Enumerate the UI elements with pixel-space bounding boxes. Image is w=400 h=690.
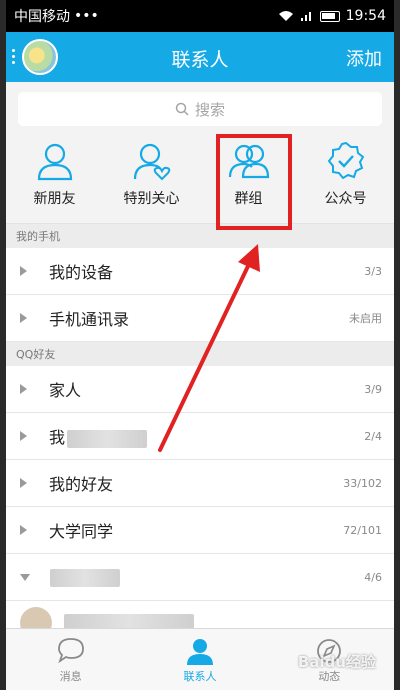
- quick-label: 群组: [234, 191, 263, 207]
- watermark-logo: Baidu经验: [297, 653, 376, 671]
- status-bar: 中国移动 ••• 19:54: [6, 0, 394, 32]
- group-blurred-1[interactable]: 我 2/4: [6, 413, 394, 460]
- expand-arrow-icon: [20, 266, 27, 276]
- group-name: 家人: [49, 381, 82, 400]
- battery-icon: [319, 10, 340, 22]
- search-placeholder: 搜索: [194, 100, 225, 119]
- clock: 19:54: [345, 8, 386, 24]
- group-icon: [228, 144, 269, 179]
- group-name: 我的好友: [49, 475, 114, 494]
- wifi-icon: [278, 11, 293, 21]
- expand-arrow-icon: [20, 431, 27, 441]
- tab-label: 联系人: [183, 669, 217, 683]
- tab-contacts[interactable]: 联系人: [135, 629, 264, 690]
- search-area: 搜索: [6, 82, 394, 134]
- message-icon: [57, 637, 84, 663]
- blurred-text: [50, 568, 120, 587]
- group-blurred-2[interactable]: 4/6: [6, 554, 394, 601]
- contacts-icon: [186, 638, 213, 665]
- tab-messages[interactable]: 消息: [6, 629, 135, 690]
- quick-special-care[interactable]: 特别关心: [103, 134, 200, 223]
- group-count: 3/3: [364, 264, 382, 278]
- signal-dots: •••: [74, 8, 99, 24]
- quick-groups[interactable]: 群组: [200, 134, 297, 223]
- expand-arrow-icon: [20, 478, 27, 488]
- contact-row-partial[interactable]: [6, 601, 394, 631]
- collapse-arrow-icon: [20, 573, 30, 581]
- quick-label: 特别关心: [123, 191, 180, 207]
- add-button[interactable]: 添加: [346, 45, 382, 71]
- group-name: 大学同学: [49, 522, 114, 541]
- quick-label: 新朋友: [33, 191, 76, 207]
- section-header-phone: 我的手机: [6, 224, 394, 248]
- group-my-friends[interactable]: 我的好友 33/102: [6, 460, 394, 507]
- official-account-icon: [327, 141, 364, 180]
- signal-icon: [300, 12, 311, 21]
- expand-arrow-icon: [20, 384, 27, 394]
- group-name-container: [50, 567, 364, 587]
- quick-official-accounts[interactable]: 公众号: [297, 134, 394, 223]
- group-count: 33/102: [343, 476, 382, 490]
- expand-arrow-icon: [20, 525, 27, 535]
- group-name: 手机通讯录: [49, 310, 130, 329]
- search-input[interactable]: 搜索: [18, 92, 382, 126]
- phone-screen: 中国移动 ••• 19:54 联系人 添加 搜索 新朋友 特别关心 群组 公众号…: [6, 0, 394, 690]
- quick-actions: 新朋友 特别关心 群组 公众号: [6, 134, 394, 230]
- search-icon: [175, 102, 189, 116]
- group-count: 2/4: [364, 429, 382, 443]
- group-count: 未启用: [349, 312, 382, 325]
- tab-label: 消息: [59, 669, 82, 683]
- expand-arrow-icon: [20, 313, 27, 323]
- title-bar: 联系人 添加: [6, 32, 394, 82]
- page-title: 联系人: [171, 49, 229, 71]
- group-name: 我的设备: [49, 263, 114, 282]
- group-my-devices[interactable]: 我的设备 3/3: [6, 248, 394, 295]
- quick-new-friends[interactable]: 新朋友: [6, 134, 103, 223]
- group-count: 3/9: [364, 382, 382, 396]
- group-name-container: 我: [49, 424, 364, 448]
- group-name: 我: [49, 428, 66, 447]
- group-count: 4/6: [364, 570, 382, 584]
- special-care-icon: [133, 143, 170, 181]
- new-friend-icon: [37, 143, 72, 181]
- section-header-qq-friends: QQ好友: [6, 342, 394, 366]
- group-university[interactable]: 大学同学 72/101: [6, 507, 394, 554]
- group-family[interactable]: 家人 3/9: [6, 366, 394, 413]
- group-count: 72/101: [343, 523, 382, 537]
- blurred-text: [67, 429, 148, 448]
- quick-label: 公众号: [324, 191, 367, 207]
- carrier-name: 中国移动: [14, 9, 70, 25]
- group-phone-contacts[interactable]: 手机通讯录 未启用: [6, 295, 394, 342]
